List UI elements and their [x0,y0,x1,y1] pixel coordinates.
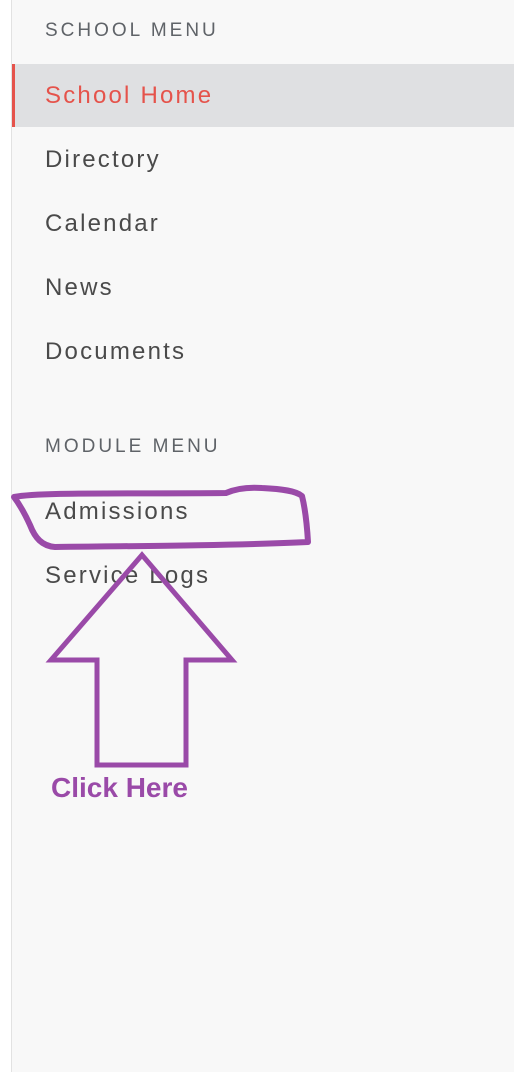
nav-item-directory[interactable]: Directory [12,128,514,191]
nav-item-admissions[interactable]: Admissions [12,480,514,543]
nav-item-calendar[interactable]: Calendar [12,192,514,255]
page: SCHOOL MENU School Home Directory Calend… [0,0,514,1072]
click-here-annotation: Click Here [51,772,188,803]
nav-item-documents[interactable]: Documents [12,320,514,383]
nav-item-service-logs[interactable]: Service Logs [12,544,514,607]
sidebar: SCHOOL MENU School Home Directory Calend… [11,0,514,1072]
school-menu-header: SCHOOL MENU [45,20,219,41]
nav-item-school-home[interactable]: School Home [12,64,514,127]
module-menu-header: MODULE MENU [45,436,221,457]
nav-item-news[interactable]: News [12,256,514,319]
